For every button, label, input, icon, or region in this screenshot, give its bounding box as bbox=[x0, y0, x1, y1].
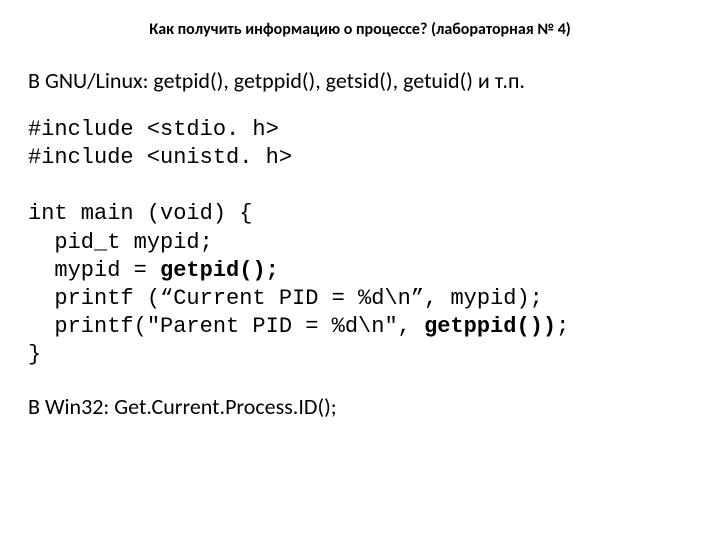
code-block: #include <stdio. h> #include <unistd. h>… bbox=[28, 116, 692, 369]
code-line: #include <stdio. h> bbox=[28, 117, 279, 142]
subtitle-linux: В GNU/Linux: getpid(), getppid(), getsid… bbox=[28, 67, 692, 94]
slide-title: Как получить информацию о процессе? (лаб… bbox=[28, 20, 692, 39]
code-call-getpid: getpid(); bbox=[160, 258, 279, 283]
footer-win32: В Win32: Get.Current.Process.ID(); bbox=[28, 393, 692, 420]
code-call-getppid: getppid()) bbox=[424, 314, 556, 339]
code-line: printf("Parent PID = %d\n", bbox=[28, 314, 424, 339]
code-line: ; bbox=[556, 314, 569, 339]
code-line: printf (“Current PID = %d\n”, mypid); bbox=[28, 286, 543, 311]
code-line: mypid = bbox=[28, 258, 160, 283]
code-line: #include <unistd. h> bbox=[28, 145, 292, 170]
code-line: } bbox=[28, 342, 41, 367]
code-line: int main (void) { bbox=[28, 201, 252, 226]
code-line: pid_t mypid; bbox=[28, 230, 213, 255]
